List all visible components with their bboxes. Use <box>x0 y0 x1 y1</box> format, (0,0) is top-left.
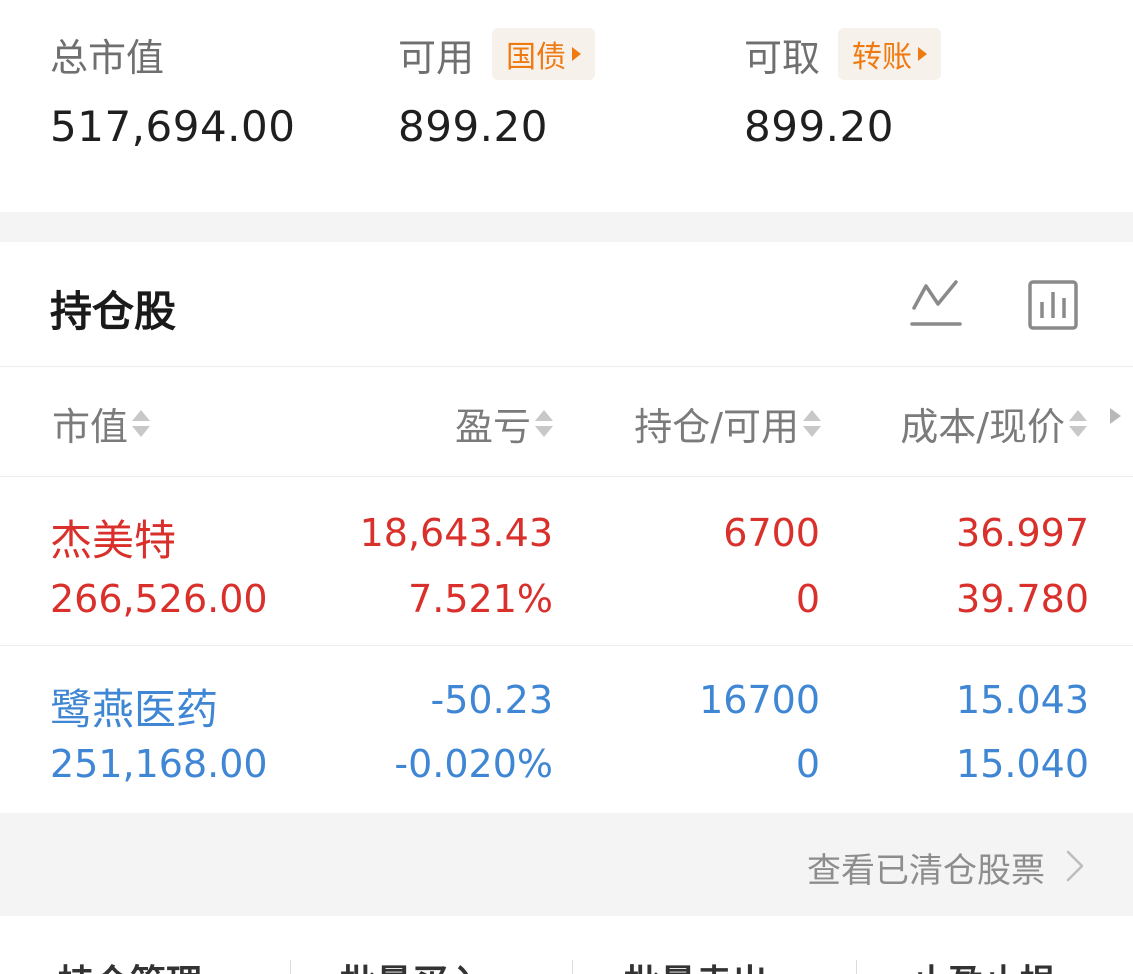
scroll-right-icon[interactable] <box>1110 408 1121 424</box>
manage-holdings-button[interactable]: 持仓管理 <box>58 954 202 974</box>
caret-right-icon <box>918 47 928 61</box>
col-position: 持仓/可用 <box>634 405 799 449</box>
available-label: 可用 <box>398 35 475 80</box>
sort-icon <box>1069 406 1087 442</box>
table-row[interactable]: 鹭燕医药 251,168.00 -50.23 -0.020% 16700 0 1… <box>0 646 1133 814</box>
cleared-stocks-link[interactable]: 查看已清仓股票 <box>0 813 1133 916</box>
sort-cost-price[interactable]: 成本/现价 <box>900 396 1087 451</box>
col-cost-price: 成本/现价 <box>900 405 1065 449</box>
bottom-actions: 持仓管理 批量买入 批量卖出 止盈止损 <box>0 916 1133 974</box>
total-market-value-amount: 517,694.00 <box>50 102 296 151</box>
sort-position[interactable]: 持仓/可用 <box>634 396 821 451</box>
col-pnl: 盈亏 <box>454 405 531 449</box>
chevron-right-icon <box>1065 849 1085 887</box>
sort-icon <box>803 406 821 442</box>
table-row[interactable]: 杰美特 266,526.00 18,643.43 7.521% 6700 0 3… <box>0 477 1133 646</box>
holdings-page: 总市值 517,694.00 可用 国债 899.20 可取 转账 899.20… <box>0 0 1133 974</box>
caret-right-icon <box>572 47 582 61</box>
sort-icon <box>132 406 151 442</box>
sort-market-value[interactable]: 市值 <box>52 396 151 451</box>
pnl: -50.23 <box>430 678 554 722</box>
stock-name: 鹭燕医药 <box>50 685 219 734</box>
withdrawable-funds: 可取 转账 899.20 <box>744 28 942 151</box>
transfer-label: 转账 <box>852 40 913 75</box>
position-qty: 16700 <box>699 678 820 722</box>
holdings-column-header: 市值 盈亏 持仓/可用 成本/现价 <box>0 366 1133 477</box>
market-value: 266,526.00 <box>50 577 268 621</box>
available-qty: 0 <box>795 742 820 786</box>
pnl-pct: -0.020% <box>394 742 553 786</box>
available-amount: 899.20 <box>398 102 548 151</box>
treasury-bond-label: 国债 <box>506 40 567 75</box>
cleared-stocks-label: 查看已清仓股票 <box>807 851 1045 891</box>
col-market-value: 市值 <box>52 405 129 449</box>
current-price: 39.780 <box>956 577 1089 621</box>
total-market-value-label: 总市值 <box>50 35 165 80</box>
holdings-title: 持仓股 <box>50 287 177 336</box>
available-funds: 可用 国债 899.20 <box>398 28 596 151</box>
cost-price: 36.997 <box>956 511 1089 555</box>
holdings-header: 持仓股 <box>0 242 1133 367</box>
divider <box>856 960 857 974</box>
batch-buy-button[interactable]: 批量买入 <box>340 954 484 974</box>
transfer-button[interactable]: 转账 <box>838 28 942 80</box>
withdrawable-amount: 899.20 <box>744 102 894 151</box>
cost-price: 15.043 <box>956 678 1089 722</box>
position-qty: 6700 <box>723 511 820 555</box>
holdings-card: 持仓股 市值 盈亏 持仓/可用 成本/现价 杰美特 266,526.00 18,… <box>0 242 1133 813</box>
available-qty: 0 <box>795 577 820 621</box>
divider <box>572 960 573 974</box>
stock-name: 杰美特 <box>50 516 177 565</box>
treasury-bond-button[interactable]: 国债 <box>492 28 596 80</box>
sort-icon <box>535 406 553 442</box>
market-value: 251,168.00 <box>50 742 268 786</box>
line-chart-icon[interactable] <box>908 278 964 334</box>
withdrawable-label: 可取 <box>744 35 821 80</box>
bar-chart-icon[interactable] <box>1026 278 1082 334</box>
sort-pnl[interactable]: 盈亏 <box>455 396 553 451</box>
current-price: 15.040 <box>956 742 1089 786</box>
pnl: 18,643.43 <box>359 511 553 555</box>
divider <box>290 960 291 974</box>
stop-profit-loss-button[interactable]: 止盈止损 <box>912 954 1056 974</box>
total-market-value: 总市值 517,694.00 <box>50 28 296 152</box>
batch-sell-button[interactable]: 批量卖出 <box>624 954 768 974</box>
account-summary: 总市值 517,694.00 可用 国债 899.20 可取 转账 899.20 <box>0 0 1133 212</box>
pnl-pct: 7.521% <box>408 577 553 621</box>
